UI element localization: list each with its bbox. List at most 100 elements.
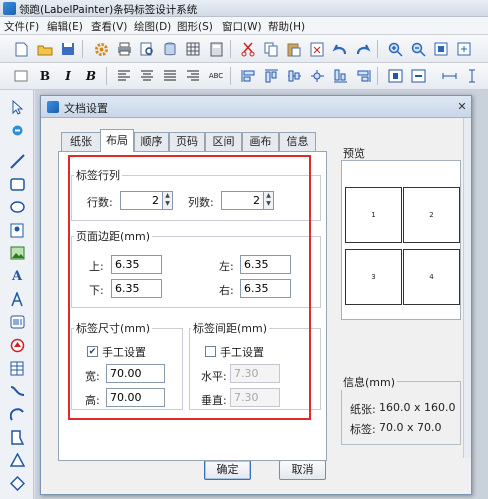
tab-info[interactable]: 信息 [279, 132, 316, 151]
distribute-icon[interactable] [308, 67, 326, 85]
dialog-scrollbar[interactable] [463, 118, 471, 458]
align-bottom-edges-icon[interactable] [331, 67, 349, 85]
new-file-icon[interactable] [12, 40, 30, 58]
print-icon[interactable] [115, 40, 133, 58]
horizontal-gap-input[interactable] [230, 364, 280, 383]
label-width-input[interactable] [106, 364, 165, 383]
vertical-gap-label: 垂直: [201, 394, 227, 407]
copy-icon[interactable] [262, 40, 280, 58]
open-folder-icon[interactable] [36, 40, 54, 58]
menu-help[interactable]: 帮助(H) [268, 19, 305, 34]
rectangle-tool-icon[interactable] [8, 175, 26, 193]
database-icon[interactable] [161, 40, 179, 58]
rows-spinner[interactable]: ▲ ▼ [163, 191, 173, 210]
rows-cols-group-label: 标签行列 [74, 167, 122, 183]
menu-view[interactable]: 查看(V) [91, 19, 127, 34]
text-tool-icon[interactable]: A [8, 267, 26, 285]
rotate-tool-icon[interactable] [8, 121, 26, 139]
grid-icon[interactable] [184, 40, 202, 58]
label-gap-manual-checkbox[interactable] [205, 346, 216, 357]
paper-size-label: 纸张: [350, 403, 376, 416]
margin-top-input[interactable] [111, 255, 162, 274]
tab-range[interactable]: 区间 [205, 132, 242, 151]
ok-button[interactable]: 确定 [204, 460, 251, 480]
app-logo-icon [3, 2, 16, 15]
cut-icon[interactable] [239, 40, 257, 58]
drawing-tools-palette: A [0, 90, 34, 499]
fit-page-icon[interactable] [432, 40, 450, 58]
settings-gear-icon[interactable] [92, 40, 110, 58]
stamp-tool-icon[interactable] [8, 336, 26, 354]
actual-size-icon[interactable] [455, 40, 473, 58]
align-right-edges-icon[interactable] [354, 67, 372, 85]
margin-top-label: 上: [89, 260, 104, 273]
center-vertical-icon[interactable] [409, 67, 427, 85]
margin-right-input[interactable] [240, 279, 291, 298]
margin-left-input[interactable] [240, 255, 291, 274]
tab-order[interactable]: 顺序 [134, 132, 169, 151]
label-height-input[interactable] [106, 388, 165, 407]
menu-bar: 文件(F) 编辑(E) 查看(V) 绘图(D) 图形(S) 窗口(W) 帮助(H… [0, 17, 488, 35]
align-top-edges-icon[interactable] [262, 67, 280, 85]
toolbar-separator [230, 67, 231, 85]
arc-tool-icon[interactable] [8, 405, 26, 423]
table-tool-icon[interactable] [8, 359, 26, 377]
zoom-in-icon[interactable] [386, 40, 404, 58]
bold-button[interactable]: B [36, 67, 54, 85]
label-size-manual-label: 手工设置 [102, 346, 146, 359]
tab-layout[interactable]: 布局 [100, 129, 134, 152]
menu-draw[interactable]: 绘图(D) [134, 19, 171, 34]
menu-edit[interactable]: 编辑(E) [47, 19, 83, 34]
align-justify-icon[interactable] [161, 67, 179, 85]
calculator-icon[interactable] [207, 40, 225, 58]
align-left-edges-icon[interactable] [239, 67, 257, 85]
close-icon[interactable]: ✕ [455, 100, 469, 114]
align-right-icon[interactable] [184, 67, 202, 85]
text-spacing-button[interactable]: ABC [207, 67, 225, 85]
image-tool-icon[interactable] [8, 221, 26, 239]
label-size-manual-checkbox[interactable]: ✔ [87, 346, 98, 357]
tab-paper[interactable]: 纸张 [61, 132, 101, 151]
vertical-gap-input[interactable] [230, 388, 280, 407]
menu-file[interactable]: 文件(F) [4, 19, 39, 34]
preview-label-cell: 4 [403, 249, 460, 305]
print-preview-icon[interactable] [138, 40, 156, 58]
menu-window[interactable]: 窗口(W) [222, 19, 262, 34]
pointer-icon[interactable] [8, 98, 26, 116]
triangle-tool-icon[interactable] [8, 451, 26, 469]
barcode-tool-icon[interactable] [8, 313, 26, 331]
align-left-icon[interactable] [115, 67, 133, 85]
ellipse-tool-icon[interactable] [8, 198, 26, 216]
standard-toolbar [0, 35, 488, 63]
paste-icon[interactable] [285, 40, 303, 58]
center-horizontal-icon[interactable] [386, 67, 404, 85]
same-height-icon[interactable] [463, 67, 481, 85]
save-icon[interactable] [59, 40, 77, 58]
diamond-tool-icon[interactable] [8, 474, 26, 492]
page-margins-group-label: 页面边距(mm) [74, 228, 153, 244]
cancel-button[interactable]: 取消 [279, 460, 326, 480]
delete-icon[interactable] [308, 40, 326, 58]
tab-canvas[interactable]: 画布 [242, 132, 279, 151]
curve-tool-icon[interactable] [8, 382, 26, 400]
redo-icon[interactable] [354, 40, 372, 58]
align-middle-icon[interactable] [285, 67, 303, 85]
align-center-icon[interactable] [138, 67, 156, 85]
cols-input[interactable] [221, 191, 264, 210]
cols-spinner[interactable]: ▲ ▼ [264, 191, 274, 210]
italic-button[interactable]: I [59, 67, 77, 85]
undo-icon[interactable] [331, 40, 349, 58]
preview-label-cell: 1 [345, 187, 402, 243]
rows-input[interactable] [120, 191, 163, 210]
menu-shape[interactable]: 图形(S) [177, 19, 213, 34]
picture-tool-icon[interactable] [8, 244, 26, 262]
zoom-out-icon[interactable] [409, 40, 427, 58]
wordart-tool-icon[interactable] [8, 290, 26, 308]
line-tool-icon[interactable] [8, 152, 26, 170]
margin-bottom-input[interactable] [111, 279, 162, 298]
font-size-icon[interactable] [12, 67, 30, 85]
polyline-tool-icon[interactable] [8, 428, 26, 446]
bold-italic-button[interactable]: B [82, 67, 100, 85]
same-width-icon[interactable] [440, 67, 458, 85]
tab-page-number[interactable]: 页码 [169, 132, 205, 151]
